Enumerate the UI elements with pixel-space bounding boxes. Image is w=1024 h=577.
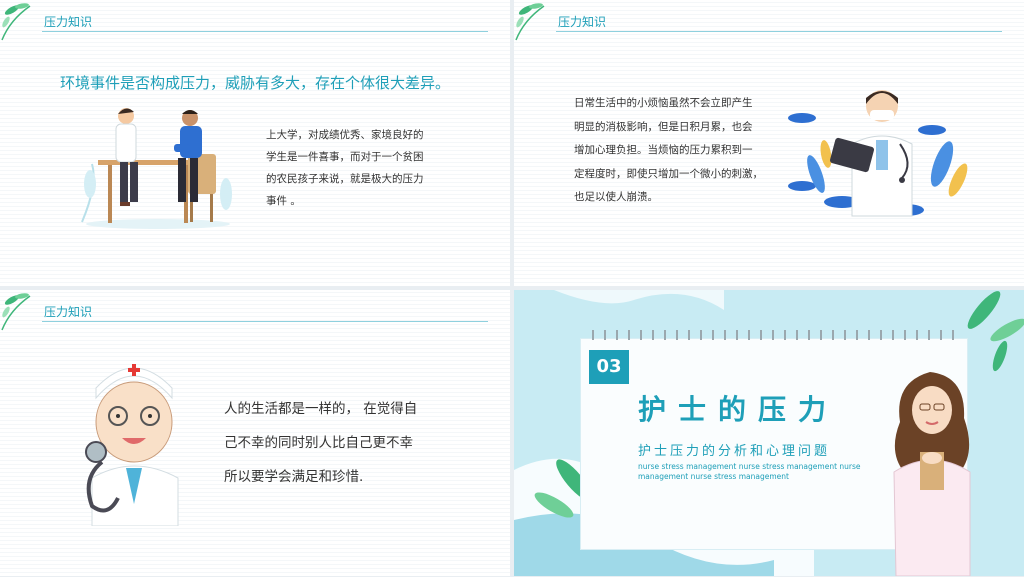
slide-1[interactable]: 压力知识 环境事件是否构成压力，威胁有多大，存在个体很大差异。 上大学，对成绩优… [0,0,510,286]
nurse-illustration [893,372,971,576]
cartoon-doctor-illustration [85,364,179,526]
paragraph: 上大学，对成绩优秀、家境良好的 学生是一件喜事，而对于一个贫困 的农民孩子来说，… [266,129,424,207]
header-divider [556,31,1002,32]
section-number-badge: 03 [589,350,629,384]
leaf-icon [1,3,31,41]
notebook-rings [592,330,954,340]
slide-2[interactable]: 压力知识 日常生活中的小烦恼虽然不会立即产生 明显的消极影响，但是日积月累，也会… [514,0,1024,286]
section-title: 压力知识 [44,15,93,29]
header-divider [42,321,488,322]
cover-title: 护士的压力 [638,393,839,426]
cover-english-text: nurse stress management nurse stress man… [638,462,861,481]
leaf-icon [1,293,31,331]
slide-3[interactable]: 压力知识 人的生活都是一样的， 在觉得自 己不幸的同时别人比自己更不幸 所以要学… [0,290,510,576]
slide-heading: 环境事件是否构成压力，威胁有多大，存在个体很大差异。 [59,74,450,92]
slide-4-cover[interactable]: 03 护士的压力 护士压力的分析和心理问题 nurse stress manag… [514,290,1024,576]
doctor-tablet-illustration [788,90,968,217]
header-divider [42,31,488,32]
section-title: 压力知识 [558,15,607,29]
doctor-patient-illustration [81,108,232,229]
leaf-icon [515,3,545,41]
paragraph: 日常生活中的小烦恼虽然不会立即产生 明显的消极影响，但是日积月累，也会 增加心理… [574,97,763,203]
section-title: 压力知识 [44,305,93,319]
paragraph: 人的生活都是一样的， 在觉得自 己不幸的同时别人比自己更不幸 所以要学会满足和珍… [224,401,418,485]
cover-subtitle: 护士压力的分析和心理问题 [638,444,831,459]
